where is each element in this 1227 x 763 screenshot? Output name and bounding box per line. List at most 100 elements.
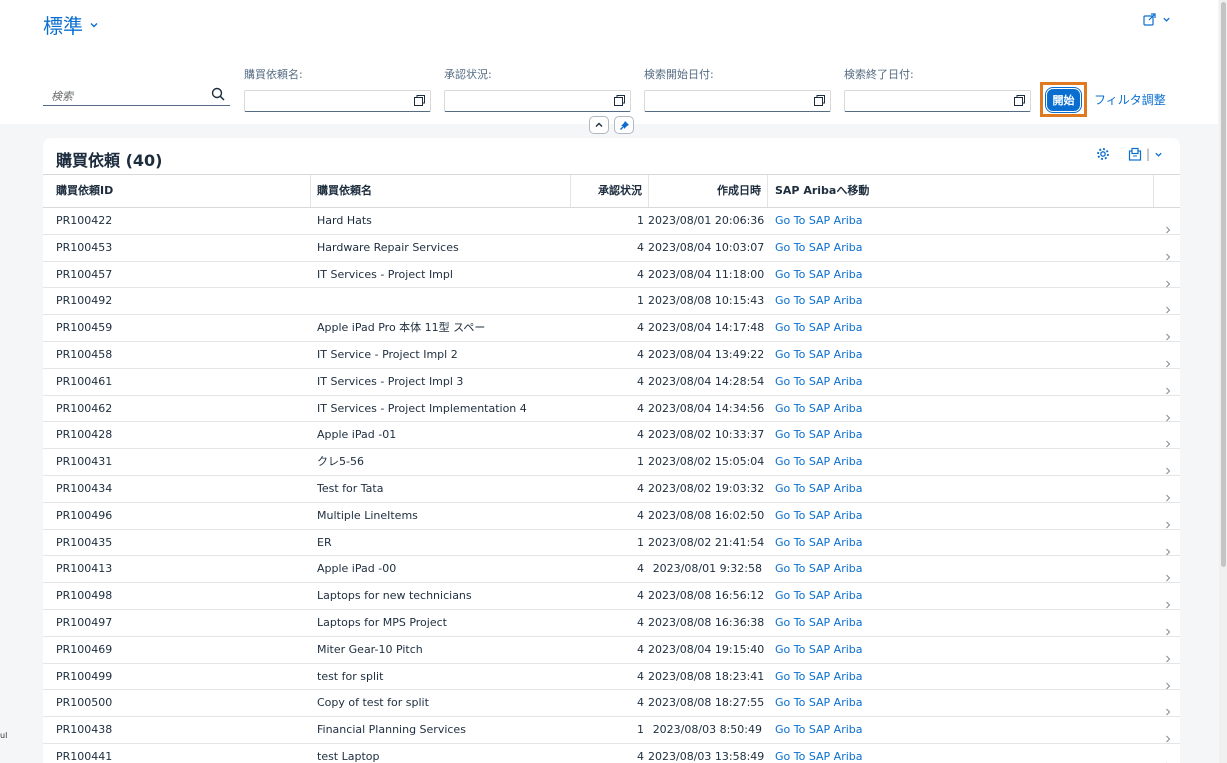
go-to-ariba-link[interactable]: Go To SAP Ariba — [775, 717, 863, 743]
cell-request-name: IT Service - Project Impl 2 — [317, 347, 458, 361]
go-to-ariba-link[interactable]: Go To SAP Ariba — [775, 664, 863, 690]
table-settings-button[interactable] — [1096, 147, 1110, 161]
end-date-input[interactable] — [845, 91, 995, 112]
table-row[interactable]: PR100469 Miter Gear-10 Pitch 4 2023/08/04 1… — [43, 637, 1180, 664]
go-to-ariba-link[interactable]: Go To SAP Ariba — [775, 690, 863, 716]
go-to-ariba-link[interactable]: Go To SAP Ariba — [775, 503, 863, 529]
column-header-ariba[interactable]: SAP Aribaへ移動 — [768, 175, 1154, 207]
go-to-ariba-link[interactable]: Go To SAP Ariba — [775, 744, 863, 763]
filter-label: 承認状況: — [444, 68, 492, 81]
cell-created-at: 2023/08/08 18:23:41 — [648, 669, 765, 683]
cell-request-id: PR100438 — [56, 723, 113, 737]
chevron-down-icon — [1163, 17, 1170, 22]
share-menu[interactable] — [1143, 13, 1171, 26]
go-to-ariba-link[interactable]: Go To SAP Ariba — [775, 476, 863, 502]
collapse-header-button[interactable] — [589, 116, 609, 134]
cell-approval-status: 4 — [637, 508, 644, 522]
cell-approval-status: 4 — [637, 562, 644, 576]
chevron-down-icon — [1155, 152, 1162, 157]
table-row[interactable]: PR100496 Multiple LineItems 4 2023/08/08 16… — [43, 503, 1180, 530]
column-header-name[interactable]: 購買依頼名 — [311, 175, 571, 207]
chevron-down-icon — [90, 22, 98, 27]
cell-created-at: 2023/08/08 16:56:12 — [648, 589, 765, 603]
table-row[interactable]: PR100422 Hard Hats 1 2023/08/01 20:06:36 Go … — [43, 208, 1180, 235]
pin-header-button[interactable] — [614, 116, 634, 134]
table-row[interactable]: PR100428 Apple iPad -01 4 2023/08/02 10:33:… — [43, 422, 1180, 450]
go-to-ariba-link[interactable]: Go To SAP Ariba — [775, 583, 863, 609]
request-name-field[interactable] — [244, 90, 431, 112]
cell-created-at: 2023/08/04 19:15:40 — [648, 642, 765, 656]
cell-request-id: PR100441 — [56, 749, 113, 763]
column-header-id[interactable]: 購買依頼ID — [43, 175, 311, 207]
go-to-ariba-link[interactable]: Go To SAP Ariba — [775, 637, 863, 663]
search-input[interactable]: 検索 — [43, 84, 230, 106]
search-placeholder: 検索 — [51, 90, 73, 103]
table-row[interactable]: PR100497 Laptops for MPS Project 4 2023/08/… — [43, 610, 1180, 637]
go-to-ariba-link[interactable]: Go To SAP Ariba — [775, 288, 863, 314]
go-to-ariba-link[interactable]: Go To SAP Ariba — [775, 556, 863, 582]
value-help-icon[interactable] — [413, 94, 426, 107]
adapt-filters-link[interactable]: フィルタ調整 — [1094, 91, 1166, 108]
go-to-ariba-link[interactable]: Go To SAP Ariba — [775, 208, 863, 234]
request-name-input[interactable] — [245, 91, 395, 112]
go-to-ariba-link[interactable]: Go To SAP Ariba — [775, 396, 863, 422]
export-menu-button[interactable]: | — [1128, 147, 1163, 161]
cell-request-name: Miter Gear-10 Pitch — [317, 642, 423, 656]
start-date-input[interactable] — [645, 91, 795, 112]
table-row[interactable]: PR100492 1 2023/08/08 10:15:43 Go To SAP Ar… — [43, 288, 1180, 316]
chevron-right-icon[interactable] — [1164, 753, 1172, 763]
table-row[interactable]: PR100434 Test for Tata 4 2023/08/02 19:03:3… — [43, 476, 1180, 503]
table-row[interactable]: PR100500 Copy of test for split 4 2023/08/0… — [43, 690, 1180, 718]
value-help-icon[interactable] — [813, 94, 826, 107]
table-row[interactable]: PR100441 test Laptop 4 2023/08/03 13:58:49 G… — [43, 744, 1180, 763]
cell-request-name: Hard Hats — [317, 214, 372, 227]
end-date-field[interactable] — [844, 90, 1031, 112]
go-to-ariba-link[interactable]: Go To SAP Ariba — [775, 315, 863, 341]
table-row[interactable]: PR100457 IT Services - Project Impl 4 2023/… — [43, 262, 1180, 289]
cell-request-id: PR100462 — [56, 401, 113, 415]
table-row[interactable]: PR100435 ER 1 2023/08/02 21:41:54 Go To SAP … — [43, 530, 1180, 557]
search-icon[interactable] — [211, 87, 225, 101]
value-help-icon[interactable] — [1013, 94, 1026, 107]
column-header-created[interactable]: 作成日時 — [649, 175, 768, 207]
go-to-ariba-link[interactable]: Go To SAP Ariba — [775, 342, 863, 368]
table-row[interactable]: PR100458 IT Service - Project Impl 2 4 2023… — [43, 342, 1180, 369]
table-row[interactable]: PR100438 Financial Planning Services 1 2023… — [43, 717, 1180, 744]
cell-request-name: Copy of test for split — [317, 696, 429, 710]
scrollbar-thumb[interactable] — [1221, 2, 1226, 567]
approval-status-field[interactable] — [444, 90, 631, 112]
go-to-ariba-link[interactable]: Go To SAP Ariba — [775, 235, 863, 261]
go-to-ariba-link[interactable]: Go To SAP Ariba — [775, 262, 863, 288]
table-row[interactable]: PR100413 Apple iPad -00 4 2023/08/01 9:32:5… — [43, 556, 1180, 584]
go-to-ariba-link[interactable]: Go To SAP Ariba — [775, 449, 863, 475]
cell-approval-status: 4 — [637, 642, 644, 656]
approval-status-input[interactable] — [445, 91, 595, 112]
table-row[interactable]: PR100499 test for split 4 2023/08/08 18:23:… — [43, 664, 1180, 691]
table-row[interactable]: PR100461 IT Services - Project Impl 3 4 202… — [43, 369, 1180, 396]
cell-request-id: PR100457 — [56, 267, 113, 281]
start-date-field[interactable] — [644, 90, 831, 112]
table-row[interactable]: PR100431 クレ5-56 1 2023/08/02 15:05:04 Go To … — [43, 449, 1180, 476]
cell-request-id: PR100496 — [56, 508, 113, 522]
edge-text: ul — [0, 731, 8, 740]
cell-approval-status: 1 — [637, 723, 644, 737]
filter-approval-status: 承認状況: — [444, 68, 631, 112]
go-button[interactable]: 開始 — [1047, 88, 1080, 111]
value-help-icon[interactable] — [613, 94, 626, 107]
table-row[interactable]: PR100498 Laptops for new technicians 4 2023… — [43, 583, 1180, 610]
go-to-ariba-link[interactable]: Go To SAP Ariba — [775, 369, 863, 395]
cell-approval-status: 1 — [637, 294, 644, 308]
cell-request-id: PR100469 — [56, 642, 113, 656]
table-row[interactable]: PR100453 Hardware Repair Services 4 2023/08… — [43, 235, 1180, 262]
go-to-ariba-link[interactable]: Go To SAP Ariba — [775, 610, 863, 636]
column-header-status[interactable]: 承認状況 — [571, 175, 649, 207]
pin-icon — [619, 120, 629, 130]
table-row[interactable]: PR100462 IT Services - Project Implementa… — [43, 396, 1180, 423]
go-to-ariba-link[interactable]: Go To SAP Ariba — [775, 530, 863, 556]
go-to-ariba-link[interactable]: Go To SAP Ariba — [775, 422, 863, 448]
table-row[interactable]: PR100459 Apple iPad Pro 本体 11型 スペー 4 2023/0… — [43, 315, 1180, 342]
cell-created-at: 2023/08/02 21:41:54 — [648, 535, 765, 549]
cell-approval-status: 4 — [637, 481, 644, 495]
variant-selector[interactable]: 標準 — [43, 10, 99, 39]
cell-approval-status: 4 — [637, 374, 644, 388]
